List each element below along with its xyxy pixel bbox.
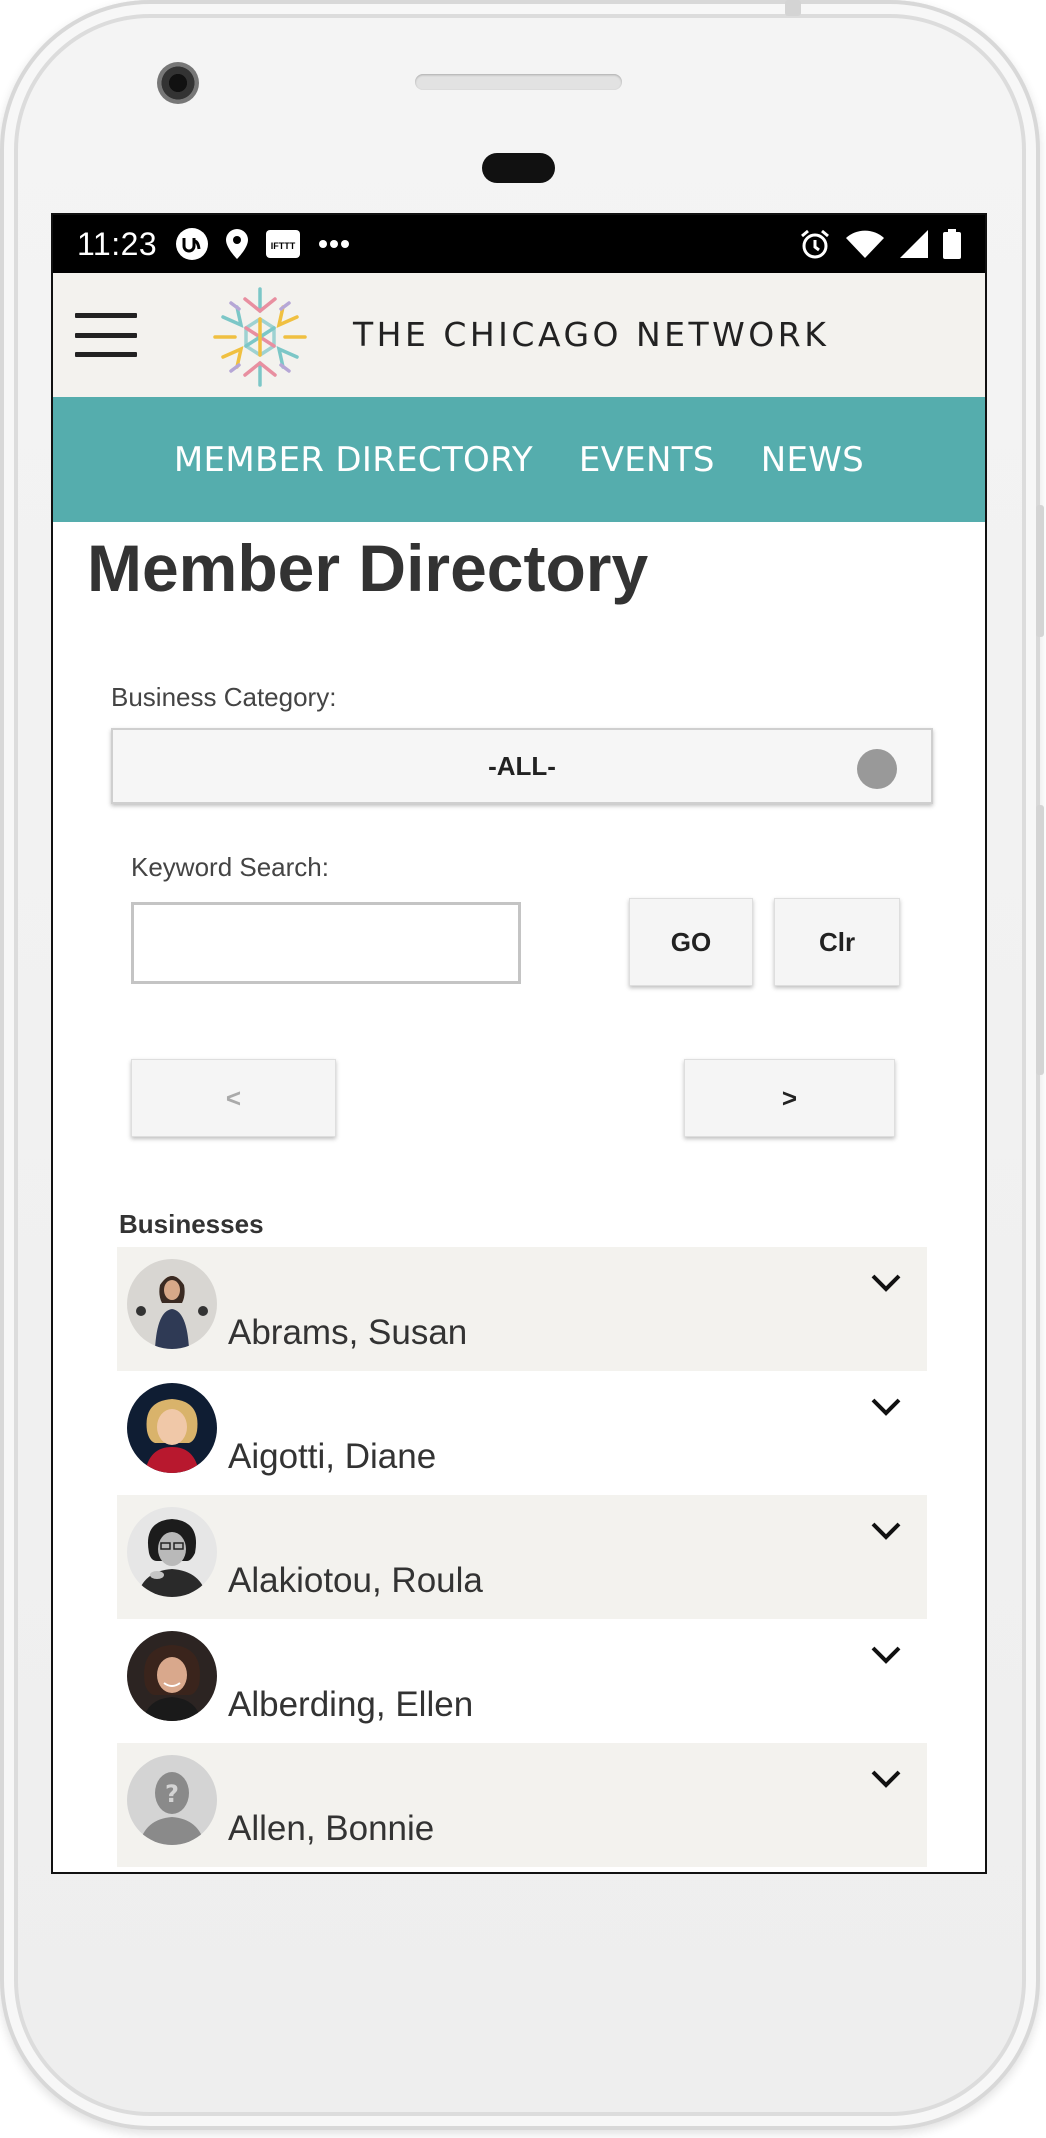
go-button[interactable]: GO — [629, 898, 753, 986]
chevron-down-icon[interactable] — [869, 1519, 903, 1543]
chicago-network-logo-icon[interactable] — [205, 281, 315, 393]
alarm-icon — [799, 228, 831, 260]
avatar — [127, 1383, 217, 1473]
page-title: Member Directory — [87, 531, 649, 605]
avatar — [127, 1259, 217, 1349]
businesses-heading: Businesses — [119, 1209, 264, 1239]
app-u-icon — [175, 227, 209, 261]
more-dots-icon — [317, 238, 353, 250]
battery-icon — [943, 229, 961, 259]
top-notch-button — [785, 0, 801, 16]
screen: 11:23 IFTTT THE CHICAGO NETWORK MEMBER D… — [51, 213, 987, 1874]
brand-name[interactable]: THE CHICAGO NETWORK — [353, 315, 829, 354]
power-button — [1036, 805, 1044, 1075]
earpiece-speaker — [415, 74, 622, 90]
nav-events[interactable]: EVENTS — [579, 440, 715, 480]
keyword-search-input[interactable] — [131, 902, 521, 984]
business-name: Abrams, Susan — [228, 1313, 468, 1352]
category-select[interactable]: -ALL- — [111, 728, 933, 804]
wifi-icon — [845, 229, 885, 259]
hamburger-icon[interactable] — [75, 313, 137, 357]
list-item[interactable]: Alberding, Ellen — [117, 1619, 927, 1743]
keyword-label: Keyword Search: — [131, 852, 329, 882]
svg-text:IFTTT: IFTTT — [271, 241, 296, 251]
front-camera — [157, 62, 199, 104]
svg-text:?: ? — [165, 1780, 179, 1808]
signal-icon — [899, 229, 929, 259]
chevron-down-icon[interactable] — [869, 1395, 903, 1419]
ifttt-icon: IFTTT — [265, 229, 301, 259]
list-item[interactable]: Aigotti, Diane — [117, 1371, 927, 1495]
business-name: Allen, Bonnie — [228, 1809, 435, 1848]
chevron-down-icon[interactable] — [869, 1643, 903, 1667]
business-name: Aigotti, Diane — [228, 1437, 437, 1476]
placeholder-avatar-icon: ? — [127, 1755, 217, 1845]
avatar — [127, 1507, 217, 1597]
location-pin-icon — [225, 228, 249, 260]
nav-news[interactable]: NEWS — [761, 440, 864, 480]
prev-page-button[interactable]: < — [131, 1059, 336, 1137]
list-item[interactable]: Alakiotou, Roula — [117, 1495, 927, 1619]
list-item[interactable]: Abrams, Susan — [117, 1247, 927, 1371]
list-item[interactable]: ? Allen, Bonnie — [117, 1743, 927, 1867]
category-label: Business Category: — [111, 682, 337, 712]
main-nav: MEMBER DIRECTORY EVENTS NEWS — [53, 397, 985, 522]
business-list: Abrams, Susan Aigotti, Diane Alakiotou, … — [117, 1247, 927, 1867]
proximity-sensor — [482, 153, 555, 183]
business-name: Alberding, Ellen — [228, 1685, 474, 1724]
status-time: 11:23 — [77, 225, 158, 262]
dropdown-indicator-icon — [857, 749, 897, 789]
avatar — [127, 1631, 217, 1721]
next-page-button[interactable]: > — [684, 1059, 895, 1137]
business-name: Alakiotou, Roula — [228, 1561, 483, 1600]
chevron-down-icon[interactable] — [869, 1271, 903, 1295]
status-bar: 11:23 IFTTT — [53, 215, 985, 273]
clear-button[interactable]: Clr — [774, 898, 900, 986]
category-value: -ALL- — [488, 750, 556, 781]
nav-member-directory[interactable]: MEMBER DIRECTORY — [174, 440, 533, 480]
volume-button — [1036, 505, 1044, 637]
chevron-down-icon[interactable] — [869, 1767, 903, 1791]
site-header: THE CHICAGO NETWORK — [53, 273, 985, 397]
